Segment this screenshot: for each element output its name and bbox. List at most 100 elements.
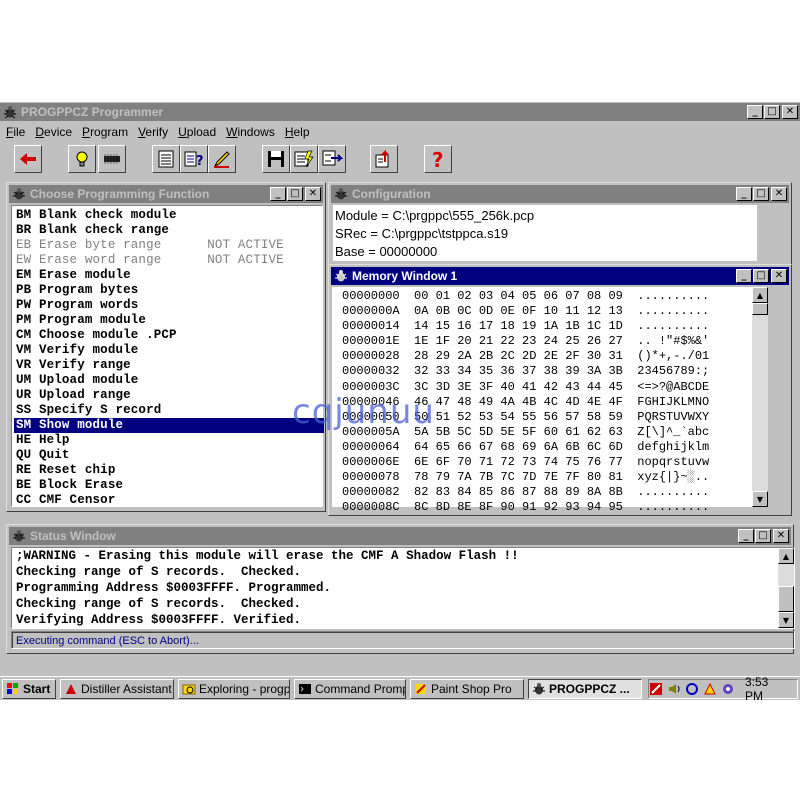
function-item-um[interactable]: UM Upload module (16, 373, 322, 388)
minimize-button[interactable]: _ (736, 187, 752, 201)
scroll-down-button[interactable]: ▼ (752, 491, 768, 507)
maximize-button[interactable]: □ (287, 187, 303, 201)
maximize-button[interactable]: □ (764, 105, 780, 119)
function-item-cm[interactable]: CM Choose module .PCP (16, 328, 322, 343)
function-item-eb[interactable]: EB Erase byte range NOT ACTIVE (16, 238, 322, 253)
taskbar: Start Distiller Assistant ... Exploring … (0, 675, 800, 703)
function-item-pm[interactable]: PM Program module (16, 313, 322, 328)
configuration-window-title-bar[interactable]: Configuration _ □ ✕ (331, 185, 789, 203)
pen-icon[interactable] (208, 145, 236, 173)
memory-row: 00000014 14 15 16 17 18 19 1A 1B 1C 1D .… (342, 319, 710, 334)
function-item-qu[interactable]: QU Quit (16, 448, 322, 463)
close-button[interactable]: ✕ (771, 269, 787, 283)
floppy-save-icon[interactable] (262, 145, 290, 173)
program-flash-icon[interactable] (290, 145, 318, 173)
window-bug-icon (334, 269, 348, 283)
menu-help[interactable]: Help (281, 125, 314, 139)
calculator-icon[interactable] (152, 145, 180, 173)
function-item-em[interactable]: EM Erase module (16, 268, 322, 283)
function-item-he[interactable]: HE Help (16, 433, 322, 448)
tray-app-icon[interactable] (649, 682, 663, 696)
configuration-window: Configuration _ □ ✕ Module = C:\prgppc\5… (328, 182, 792, 266)
maximize-button[interactable]: □ (753, 187, 769, 201)
volume-icon[interactable] (667, 682, 681, 696)
executing-status: Executing command (ESC to Abort)... (11, 631, 795, 649)
memory-row: 00000082 82 83 84 85 86 87 88 89 8A 8B .… (342, 485, 710, 500)
status-line: Checking range of S records. Checked. (16, 565, 302, 579)
menu-windows[interactable]: Windows (222, 125, 279, 139)
window-bug-icon (12, 187, 26, 201)
task-distiller[interactable]: Distiller Assistant ... (60, 679, 174, 699)
close-button[interactable]: ✕ (773, 529, 789, 543)
network-icon[interactable] (685, 682, 699, 696)
swap-icon[interactable] (318, 145, 346, 173)
window-bug-icon (12, 529, 26, 543)
task-label: Paint Shop Pro (431, 682, 512, 696)
status-line: Programming Address $0003FFFF. Programme… (16, 581, 332, 595)
minimize-button[interactable]: _ (736, 269, 752, 283)
maximize-button[interactable]: □ (753, 269, 769, 283)
distiller-icon (66, 684, 76, 694)
scroll-up-button[interactable]: ▲ (752, 287, 768, 303)
app-title-bar[interactable]: PROGPPCZ Programmer _ □ ✕ (0, 103, 800, 121)
function-item-ur[interactable]: UR Upload range (16, 388, 322, 403)
lightbulb-icon[interactable] (68, 145, 96, 173)
status-scrollbar[interactable]: ▲ ▼ (778, 548, 794, 628)
memory-window-title-bar[interactable]: Memory Window 1 _ □ ✕ (331, 267, 789, 285)
upload-icon[interactable] (370, 145, 398, 173)
task-label: Exploring - progp... (199, 682, 290, 696)
function-item-bm[interactable]: BM Blank check module (16, 208, 322, 223)
messenger-icon[interactable] (721, 682, 735, 696)
close-button[interactable]: ✕ (771, 187, 787, 201)
configuration-body: Module = C:\prgppc\555_256k.pcp SRec = C… (333, 205, 757, 261)
menu-verify[interactable]: Verify (134, 125, 172, 139)
close-button[interactable]: ✕ (305, 187, 321, 201)
memory-scrollbar[interactable]: ▲ ▼ (752, 287, 768, 507)
function-item-vr[interactable]: VR Verify range (16, 358, 322, 373)
function-item-sm[interactable]: SM Show module (14, 418, 324, 433)
configuration-window-title: Configuration (352, 187, 431, 201)
chip-icon[interactable] (98, 145, 126, 173)
memory-row: 00000064 64 65 66 67 68 69 6A 6B 6C 6D d… (342, 439, 710, 454)
minimize-button[interactable]: _ (270, 187, 286, 201)
minimize-button[interactable]: _ (747, 105, 763, 119)
function-item-pb[interactable]: PB Program bytes (16, 283, 322, 298)
task-exploring[interactable]: Exploring - progp... (178, 679, 290, 699)
status-lines: ;WARNING - Erasing this module will eras… (12, 548, 772, 628)
maximize-button[interactable]: □ (755, 529, 771, 543)
app-title: PROGPPCZ Programmer (21, 105, 164, 119)
memory-row: 0000000A 0A 0B 0C 0D 0E 0F 10 11 12 13 .… (342, 304, 710, 319)
app-window: PROGPPCZ Programmer _ □ ✕ File Device Prog… (0, 102, 800, 676)
status-window-title-bar[interactable]: Status Window _ □ ✕ (9, 527, 791, 545)
task-progppcz[interactable]: PROGPPCZ ... (528, 679, 642, 699)
start-button[interactable]: Start (2, 679, 56, 699)
task-command-prompt[interactable]: Command Prompt (294, 679, 406, 699)
scroll-thumb[interactable] (778, 586, 794, 612)
menu-file[interactable]: File (2, 125, 29, 139)
scroll-up-button[interactable]: ▲ (778, 548, 794, 564)
function-window-title-bar[interactable]: Choose Programming Function _ □ ✕ (9, 185, 323, 203)
minimize-button[interactable]: _ (738, 529, 754, 543)
function-item-ss[interactable]: SS Specify S record (16, 403, 322, 418)
close-button[interactable]: ✕ (782, 105, 798, 119)
help-query-icon[interactable]: ? (180, 145, 208, 173)
function-item-re[interactable]: RE Reset chip (16, 463, 322, 478)
memory-row: 00000000 00 01 02 03 04 05 06 07 08 09 .… (342, 289, 710, 303)
memory-row: 00000028 28 29 2A 2B 2C 2D 2E 2F 30 31 (… (342, 349, 710, 364)
menu-program[interactable]: Program (78, 125, 132, 139)
scroll-thumb[interactable] (752, 303, 768, 315)
start-label: Start (23, 682, 51, 696)
question-mark-icon[interactable]: ? (424, 145, 452, 173)
menu-upload[interactable]: Upload (174, 125, 220, 139)
function-item-cc[interactable]: CC CMF Censor (16, 493, 322, 508)
function-item-be[interactable]: BE Block Erase (16, 478, 322, 493)
menu-device[interactable]: Device (31, 125, 76, 139)
function-item-pw[interactable]: PW Program words (16, 298, 322, 313)
function-item-vm[interactable]: VM Verify module (16, 343, 322, 358)
back-arrow-icon[interactable] (14, 145, 42, 173)
adobe-icon[interactable] (703, 682, 717, 696)
function-item-ew[interactable]: EW Erase word range NOT ACTIVE (16, 253, 322, 268)
task-paint-shop-pro[interactable]: Paint Shop Pro (410, 679, 524, 699)
scroll-down-button[interactable]: ▼ (778, 612, 794, 628)
function-item-br[interactable]: BR Blank check range (16, 223, 322, 238)
